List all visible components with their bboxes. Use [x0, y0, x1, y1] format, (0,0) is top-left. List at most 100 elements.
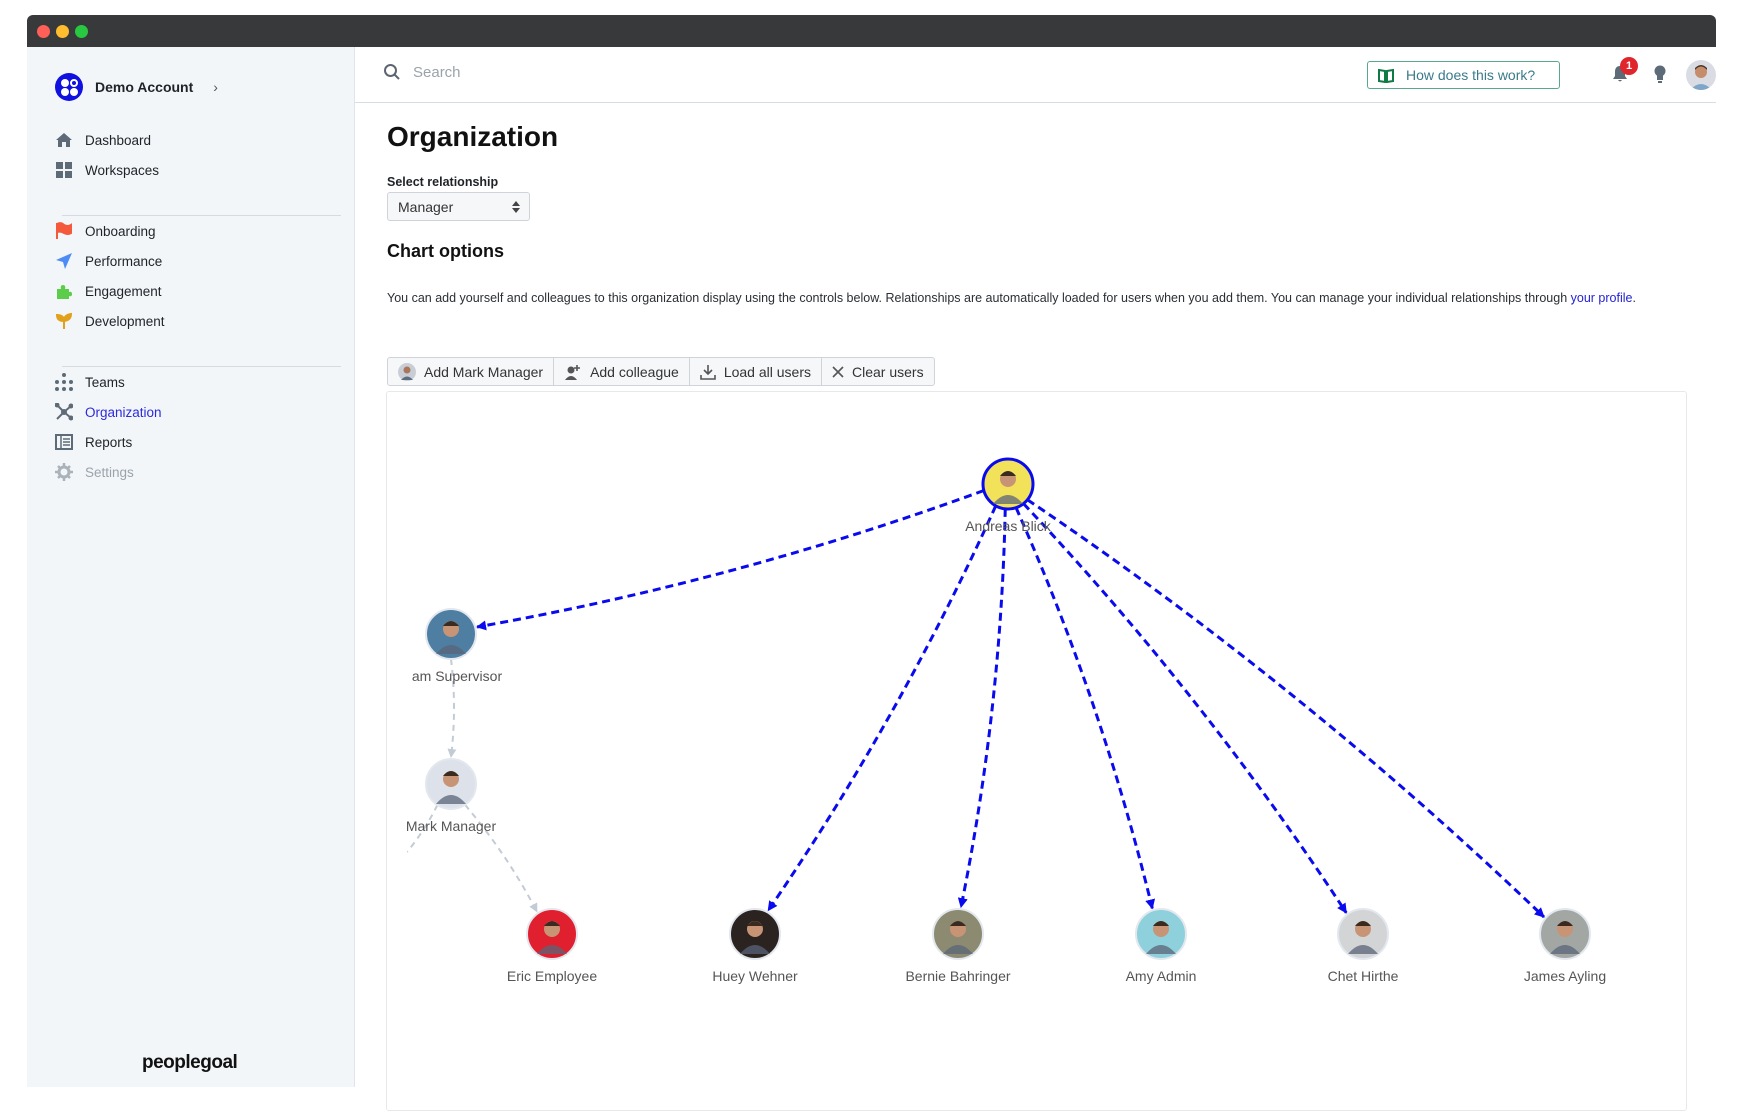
org-node-james[interactable]: James Ayling	[1524, 908, 1606, 984]
edge-andreas-to-chet	[1022, 502, 1348, 914]
sidebar-item-label: Settings	[85, 464, 134, 480]
edge-andreas-to-huey	[766, 505, 998, 912]
peoplegoal-logo: peoplegoal	[142, 1052, 238, 1073]
edge-andreas-to-james	[1026, 498, 1546, 919]
button-label: Clear users	[851, 363, 924, 380]
button-label: Load all users	[723, 363, 811, 380]
relationship-value: Manager	[398, 199, 454, 215]
sidebar-item-organization[interactable]: Organization	[55, 403, 162, 421]
sidebar-item-label: Dashboard	[85, 132, 152, 148]
node-label: James Ayling	[1524, 968, 1606, 984]
book-icon	[1378, 68, 1394, 83]
chevron-right-icon: ›	[213, 79, 218, 95]
gear-icon	[55, 463, 73, 481]
minimize-window-button[interactable]	[56, 25, 69, 38]
sidebar-divider	[62, 215, 341, 216]
sidebar-item-label: Onboarding	[85, 223, 156, 239]
sidebar-item-performance[interactable]: Performance	[55, 252, 162, 270]
sidebar-item-settings[interactable]: Settings	[55, 463, 134, 481]
select-arrows-icon	[512, 201, 520, 213]
relationship-select[interactable]: Manager	[387, 192, 530, 221]
node-label: Bernie Bahringer	[905, 968, 1010, 984]
org-node-amy[interactable]: Amy Admin	[1126, 908, 1197, 984]
your-profile-link[interactable]: your profile	[1571, 291, 1633, 305]
puzzle-icon	[55, 282, 73, 300]
account-name: Demo Account	[95, 79, 194, 95]
org-chart[interactable]: Andreas Blick am Supervisor Mark Manager Er…	[386, 391, 1687, 1111]
grid-icon	[55, 161, 73, 179]
chart-options-toolbar: Add Mark Manager Add colleague Load all …	[387, 357, 935, 386]
org-node-andreas[interactable]: Andreas Blick	[965, 457, 1052, 534]
notification-badge: 1	[1620, 57, 1638, 75]
add-colleague-button[interactable]: Add colleague	[554, 358, 690, 385]
table-icon	[55, 433, 73, 451]
close-icon	[832, 365, 844, 378]
hierarchy-icon	[55, 373, 73, 391]
sidebar-item-teams[interactable]: Teams	[55, 373, 125, 391]
description-end: .	[1632, 291, 1636, 305]
search-icon	[384, 64, 400, 80]
org-node-mark[interactable]: Mark Manager	[406, 758, 497, 834]
edge-andreas-to-amy	[1014, 507, 1156, 910]
account-logo-icon	[55, 73, 83, 101]
chart-options-description: You can add yourself and colleagues to t…	[387, 288, 1727, 308]
download-icon	[700, 364, 716, 380]
account-switcher[interactable]: Demo Account ›	[55, 73, 218, 101]
page-title: Organization	[387, 121, 559, 152]
flag-icon	[55, 222, 73, 240]
sidebar-item-label: Teams	[85, 374, 125, 390]
maximize-window-button[interactable]	[75, 25, 88, 38]
network-icon	[55, 403, 73, 421]
sidebar-item-reports[interactable]: Reports	[55, 433, 132, 451]
node-label: Mark Manager	[406, 818, 497, 834]
how-does-this-work-button[interactable]: How does this work?	[1367, 61, 1560, 89]
title-bar	[27, 15, 1716, 47]
sidebar-item-workspaces[interactable]: Workspaces	[55, 161, 159, 179]
sidebar-item-label: Development	[85, 313, 165, 329]
node-label: Amy Admin	[1126, 968, 1197, 984]
paper-plane-icon	[55, 252, 73, 270]
edge-andreas-to-supervisor	[476, 489, 985, 631]
sidebar-item-dashboard[interactable]: Dashboard	[55, 131, 151, 149]
clear-users-button[interactable]: Clear users	[822, 358, 934, 385]
search-placeholder: Search	[413, 63, 461, 81]
lightbulb-icon[interactable]	[1653, 65, 1667, 85]
node-label: Andreas Blick	[965, 518, 1052, 534]
search-input[interactable]: Search	[383, 63, 461, 81]
org-node-bernie[interactable]: Bernie Bahringer	[905, 908, 1011, 984]
org-node-huey[interactable]: Huey Wehner	[712, 908, 798, 984]
node-label: Eric Employee	[507, 968, 597, 984]
sidebar-item-onboarding[interactable]: Onboarding	[55, 222, 156, 240]
chart-options-title: Chart options	[387, 241, 504, 261]
button-label: Add Mark Manager	[424, 363, 544, 380]
person-icon	[1690, 65, 1712, 90]
avatar-icon	[398, 362, 416, 381]
user-avatar[interactable]	[1686, 60, 1716, 90]
relationship-label: Select relationship	[387, 175, 499, 189]
sidebar-item-development[interactable]: Development	[55, 312, 165, 330]
sidebar-item-label: Organization	[85, 404, 162, 420]
sidebar-divider	[62, 366, 341, 367]
description-text: You can add yourself and colleagues to t…	[387, 291, 1571, 305]
add-user-icon	[565, 364, 581, 380]
org-chart-canvas[interactable]: Andreas Blick am Supervisor Mark Manager Er…	[387, 392, 1687, 1111]
org-node-eric[interactable]: Eric Employee	[507, 908, 597, 984]
node-label: am Supervisor	[412, 668, 503, 684]
load-all-users-button[interactable]: Load all users	[690, 358, 822, 385]
sidebar-item-label: Engagement	[85, 283, 162, 299]
sidebar-item-engagement[interactable]: Engagement	[55, 282, 162, 300]
org-node-chet[interactable]: Chet Hirthe	[1328, 908, 1399, 984]
close-window-button[interactable]	[37, 25, 50, 38]
sidebar-item-label: Workspaces	[85, 162, 160, 178]
help-label: How does this work?	[1406, 67, 1536, 83]
sprout-icon	[55, 312, 73, 330]
node-label: Huey Wehner	[712, 968, 798, 984]
top-bar: Search How does this work? 1	[355, 47, 1716, 103]
button-label: Add colleague	[590, 363, 679, 380]
home-icon	[55, 131, 73, 149]
notifications-button[interactable]: 1	[1612, 57, 1638, 87]
sidebar-item-label: Performance	[85, 253, 163, 269]
add-mark-manager-button[interactable]: Add Mark Manager	[388, 358, 555, 385]
page-header: Organization Select relationship Manager…	[387, 103, 1717, 403]
org-node-supervisor[interactable]: am Supervisor	[412, 608, 503, 684]
